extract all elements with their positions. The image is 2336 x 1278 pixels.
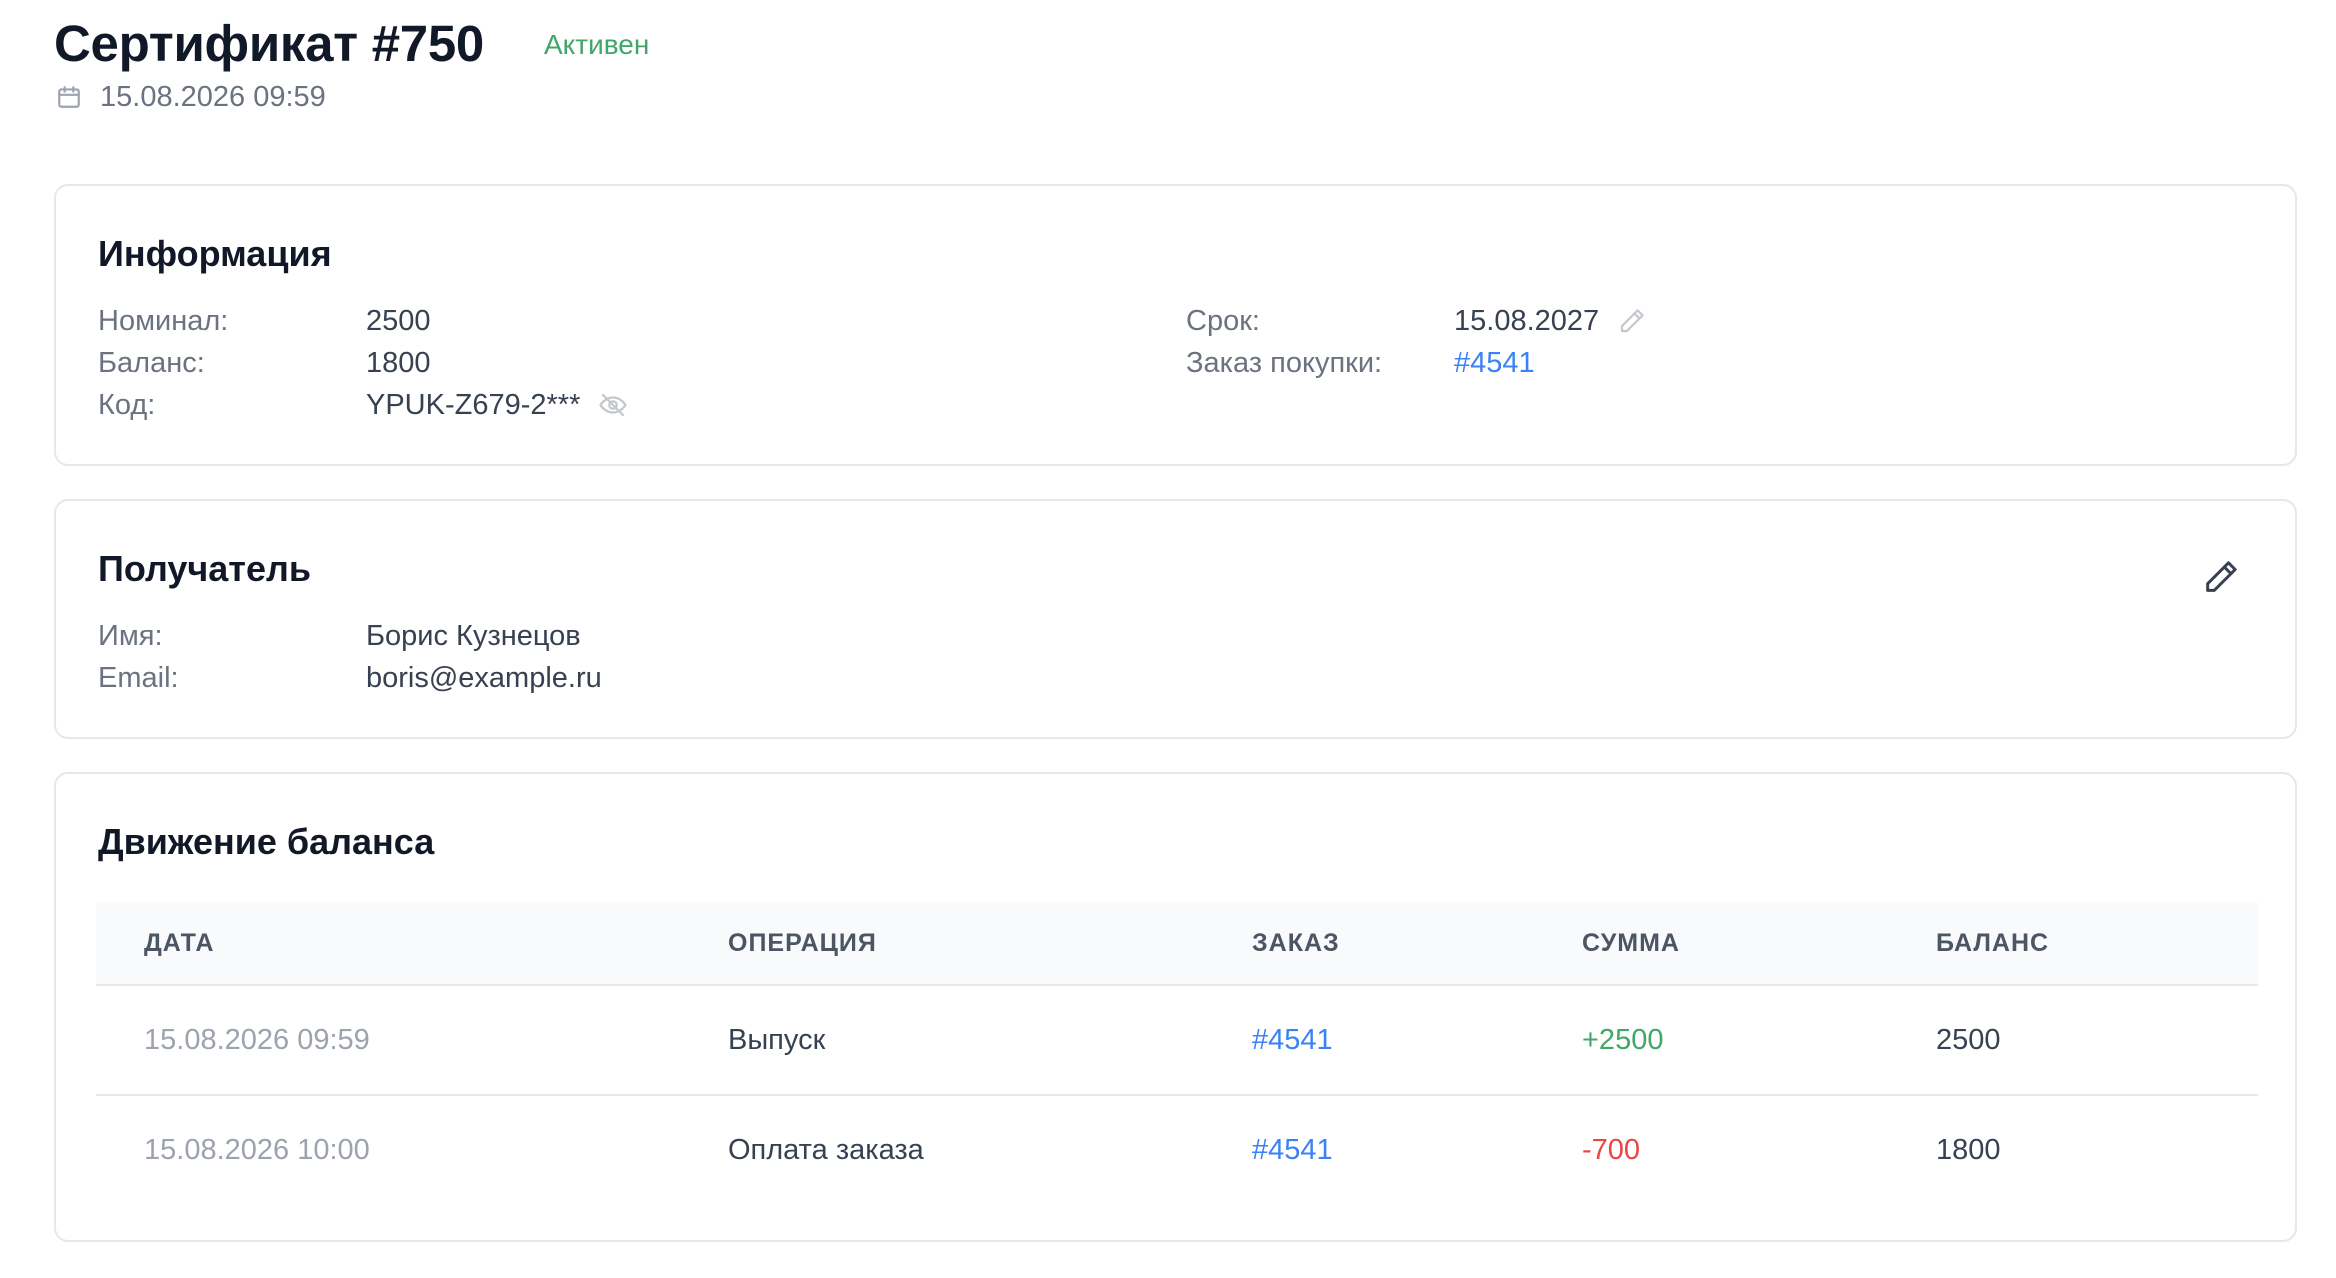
cell-operation: Оплата заказа [728, 1134, 924, 1166]
cell-amount: +2500 [1582, 1024, 1664, 1056]
info-value-code: YPUK-Z679-2*** [366, 384, 628, 426]
balance-movement-table: ДАТА ОПЕРАЦИЯ ЗАКАЗ СУММА БАЛАНС 15.08.2… [96, 902, 2258, 1204]
info-label-nominal: Номинал: [98, 305, 229, 337]
recipient-value-email: boris@example.ru [366, 657, 602, 699]
info-value-nominal-text: 2500 [366, 305, 431, 337]
cell-date: 15.08.2026 09:59 [144, 1024, 370, 1056]
purchase-order-link[interactable]: #4541 [1454, 342, 1535, 384]
column-header-amount: СУММА [1582, 929, 1680, 957]
info-value-term-text: 15.08.2027 [1454, 305, 1600, 337]
table-header: ДАТА ОПЕРАЦИЯ ЗАКАЗ СУММА БАЛАНС [96, 902, 2258, 986]
recipient-label-name: Имя: [98, 620, 163, 652]
info-value-balance: 1800 [366, 342, 431, 384]
recipient-value-email-text: boris@example.ru [366, 662, 602, 694]
info-label-term: Срок: [1186, 305, 1260, 337]
balance-movement-title: Движение баланса [98, 821, 435, 862]
info-label-purchase-order: Заказ покупки: [1186, 347, 1383, 379]
column-header-date: ДАТА [144, 929, 215, 957]
info-row-purchase-order: Заказ покупки: #4541 [1186, 342, 1647, 384]
recipient-card: Получатель Имя: Борис Кузнецов Email: bo… [54, 499, 2297, 739]
eye-off-icon[interactable] [598, 390, 628, 420]
info-value-code-text: YPUK-Z679-2*** [366, 389, 581, 421]
column-header-operation: ОПЕРАЦИЯ [728, 929, 877, 957]
recipient-row-name: Имя: Борис Кузнецов [98, 615, 602, 657]
cell-amount: -700 [1582, 1134, 1641, 1166]
info-left-list: Номинал: 2500 Баланс: 1800 Код: YPUK-Z67… [98, 300, 628, 426]
page-title: Сертификат #750 [54, 15, 484, 72]
info-right-list: Срок: 15.08.2027 Заказ покупки: #4541 [1186, 300, 1647, 384]
status-badge: Активен [544, 29, 650, 60]
pencil-icon[interactable] [1617, 306, 1647, 336]
table-row: 15.08.2026 09:59 Выпуск #4541 +2500 2500 [96, 986, 2258, 1096]
table-row: 15.08.2026 10:00 Оплата заказа #4541 -70… [96, 1096, 2258, 1204]
info-card-title: Информация [98, 233, 332, 274]
column-header-order: ЗАКАЗ [1252, 929, 1340, 957]
info-label-code: Код: [98, 389, 156, 421]
info-value-purchase-order: #4541 [1454, 342, 1535, 384]
cell-balance: 1800 [1936, 1134, 2001, 1166]
cell-order-link[interactable]: #4541 [1252, 986, 1333, 1094]
edit-recipient-icon[interactable] [2201, 557, 2241, 597]
cell-operation: Выпуск [728, 1024, 826, 1056]
created-date-text: 15.08.2026 09:59 [100, 81, 326, 113]
column-header-balance: БАЛАНС [1936, 929, 2050, 957]
created-date: 15.08.2026 09:59 [56, 80, 326, 114]
info-row-code: Код: YPUK-Z679-2*** [98, 384, 628, 426]
recipient-card-title: Получатель [98, 548, 311, 589]
cell-order-link[interactable]: #4541 [1252, 1096, 1333, 1204]
recipient-label-email: Email: [98, 662, 179, 694]
balance-movement-card: Движение баланса ДАТА ОПЕРАЦИЯ ЗАКАЗ СУМ… [54, 772, 2297, 1242]
info-row-balance: Баланс: 1800 [98, 342, 628, 384]
info-row-nominal: Номинал: 2500 [98, 300, 628, 342]
info-value-balance-text: 1800 [366, 347, 431, 379]
info-label-balance: Баланс: [98, 347, 205, 379]
recipient-value-name: Борис Кузнецов [366, 615, 581, 657]
certificate-page: Сертификат #750 Активен 15.08.2026 09:59… [54, 0, 2299, 1242]
info-card: Информация Номинал: 2500 Баланс: 1800 Ко… [54, 184, 2297, 466]
info-value-term: 15.08.2027 [1454, 300, 1647, 342]
page-header: Сертификат #750 Активен 15.08.2026 09:59 [54, 0, 2299, 180]
recipient-value-name-text: Борис Кузнецов [366, 620, 581, 652]
info-row-term: Срок: 15.08.2027 [1186, 300, 1647, 342]
info-value-nominal: 2500 [366, 300, 431, 342]
recipient-row-email: Email: boris@example.ru [98, 657, 602, 699]
cell-date: 15.08.2026 10:00 [144, 1134, 370, 1166]
recipient-list: Имя: Борис Кузнецов Email: boris@example… [98, 615, 602, 699]
calendar-icon [58, 86, 80, 108]
cell-balance: 2500 [1936, 1024, 2001, 1056]
